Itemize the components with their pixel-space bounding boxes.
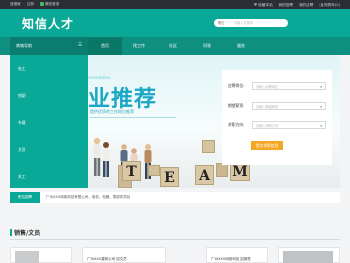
form-row-direction: 求职方向: 请输入求职方向 ▾ <box>228 121 328 129</box>
job-card[interactable] <box>278 247 340 263</box>
notice-text[interactable]: 广州XXX网络科技有限公司，电机、电器、零部件项目 <box>46 192 130 203</box>
wechat-login-label: 微信登录 <box>44 2 60 6</box>
position-select[interactable]: 请输入应聘岗位 ▾ <box>252 82 326 90</box>
nav-item-community[interactable]: 社区 <box>156 37 190 55</box>
banner-english-text: mendation <box>88 75 111 80</box>
heart-icon: ♥ <box>253 2 258 7</box>
tile <box>216 163 228 177</box>
tile <box>148 165 160 176</box>
search-type-select[interactable]: 职位 <box>218 19 224 27</box>
menu-icon: ☰ <box>77 43 82 48</box>
banner-divider <box>90 117 176 118</box>
position-label: 应聘岗位: <box>228 83 245 88</box>
job-card[interactable]: 广州XXX网络科技 招销售 <box>206 247 268 263</box>
direction-select[interactable]: 请输入求职方向 ▾ <box>252 121 326 129</box>
header: 知信人才 职位 请输入关键词 <box>0 9 350 37</box>
salary-placeholder: 请输入期望薪资 <box>256 105 279 109</box>
category-item[interactable]: 电工 <box>18 66 26 72</box>
form-row-position: 应聘岗位: 请输入应聘岗位 ▾ <box>228 82 328 90</box>
topbar-link-wechat-login[interactable]: 微信登录 <box>39 0 60 9</box>
cart-label: 购物车(0) <box>324 3 340 7</box>
nav-item-home[interactable]: 首页 <box>88 37 122 55</box>
nav-item-find-job[interactable]: 找工作 <box>122 37 156 55</box>
salary-label: 期望薪资: <box>228 103 245 108</box>
search-input[interactable]: 请输入关键词 <box>234 19 253 27</box>
tile-letter: T <box>122 161 141 181</box>
salary-select[interactable]: 请输入期望薪资 ▾ <box>252 102 326 110</box>
section-title-text: 销售/文员 <box>14 230 41 237</box>
notice-tag[interactable]: 职位招聘 <box>10 192 40 203</box>
site-logo[interactable]: 知信人才 <box>22 15 74 32</box>
job-card-title: 广州XXX建筑公司 招文员 <box>87 257 127 261</box>
top-bar: 造借家 注册 微信登录 ♥收藏本站 我的招聘 我的应聘 ◨购物车(0) <box>0 0 350 9</box>
category-item[interactable]: 文员 <box>18 147 26 153</box>
category-item[interactable]: 木工 <box>18 174 26 180</box>
notice-bar: 职位招聘 广州XXX网络科技有限公司，电机、电器、零部件项目 <box>10 192 340 203</box>
favorite-label: 收藏本站 <box>258 3 273 7</box>
topbar-link-home[interactable]: 造借家 <box>10 0 21 9</box>
submit-button[interactable]: 提交求职信息 <box>251 141 283 150</box>
banner-subtitle: 提供优质的工作岗位推荐 <box>90 109 134 114</box>
chevron-down-icon: ▾ <box>320 124 322 128</box>
category-item[interactable]: 钳助 <box>18 93 26 99</box>
chevron-down-icon: ▾ <box>320 105 322 109</box>
chevron-down-icon: ▾ <box>320 85 322 89</box>
section-divider <box>10 239 340 240</box>
search-box[interactable]: 职位 请输入关键词 <box>214 19 288 27</box>
cart-icon: ◨ <box>319 2 324 7</box>
direction-placeholder: 请输入求职方向 <box>256 124 279 128</box>
main-nav: 商城导航 ☰ 首页 找工作 社区 问答 服务 <box>0 37 350 55</box>
job-card-title: 广州XXX网络科技 招销售 <box>211 257 251 261</box>
job-card[interactable] <box>10 247 72 263</box>
position-placeholder: 请输入应聘岗位 <box>256 85 279 89</box>
tile-letter: A <box>195 165 214 185</box>
nav-item-qa[interactable]: 问答 <box>190 37 224 55</box>
job-form: 应聘岗位: 请输入应聘岗位 ▾ 期望薪资: 请输入期望薪资 ▾ 求职方向: 请输入求… <box>222 70 332 165</box>
tile <box>202 140 215 153</box>
category-item[interactable]: 车载 <box>18 120 26 126</box>
category-menu-head[interactable]: 商城导航 ☰ <box>10 37 88 55</box>
job-cards: 广州XXX建筑公司 招文员 广州XXX网络科技 招销售 <box>10 247 340 263</box>
wechat-icon <box>39 2 44 6</box>
direction-label: 求职方向: <box>228 122 245 127</box>
form-row-salary: 期望薪资: 请输入期望薪资 ▾ <box>228 102 328 110</box>
category-menu-label: 商城导航 <box>16 43 32 48</box>
page-root: 造借家 注册 微信登录 ♥收藏本站 我的招聘 我的应聘 ◨购物车(0) 知信人才… <box>0 0 350 263</box>
category-list: 电工 钳助 车载 文员 木工 <box>10 55 88 188</box>
job-card[interactable]: 广州XXX建筑公司 招文员 <box>82 247 166 263</box>
tile-letter: E <box>160 167 179 187</box>
nav-item-service[interactable]: 服务 <box>224 37 258 55</box>
section-title: 销售/文员 <box>10 228 40 237</box>
job-card-image <box>283 251 333 263</box>
topbar-link-register[interactable]: 注册 <box>27 0 34 9</box>
job-card-image <box>15 251 39 263</box>
